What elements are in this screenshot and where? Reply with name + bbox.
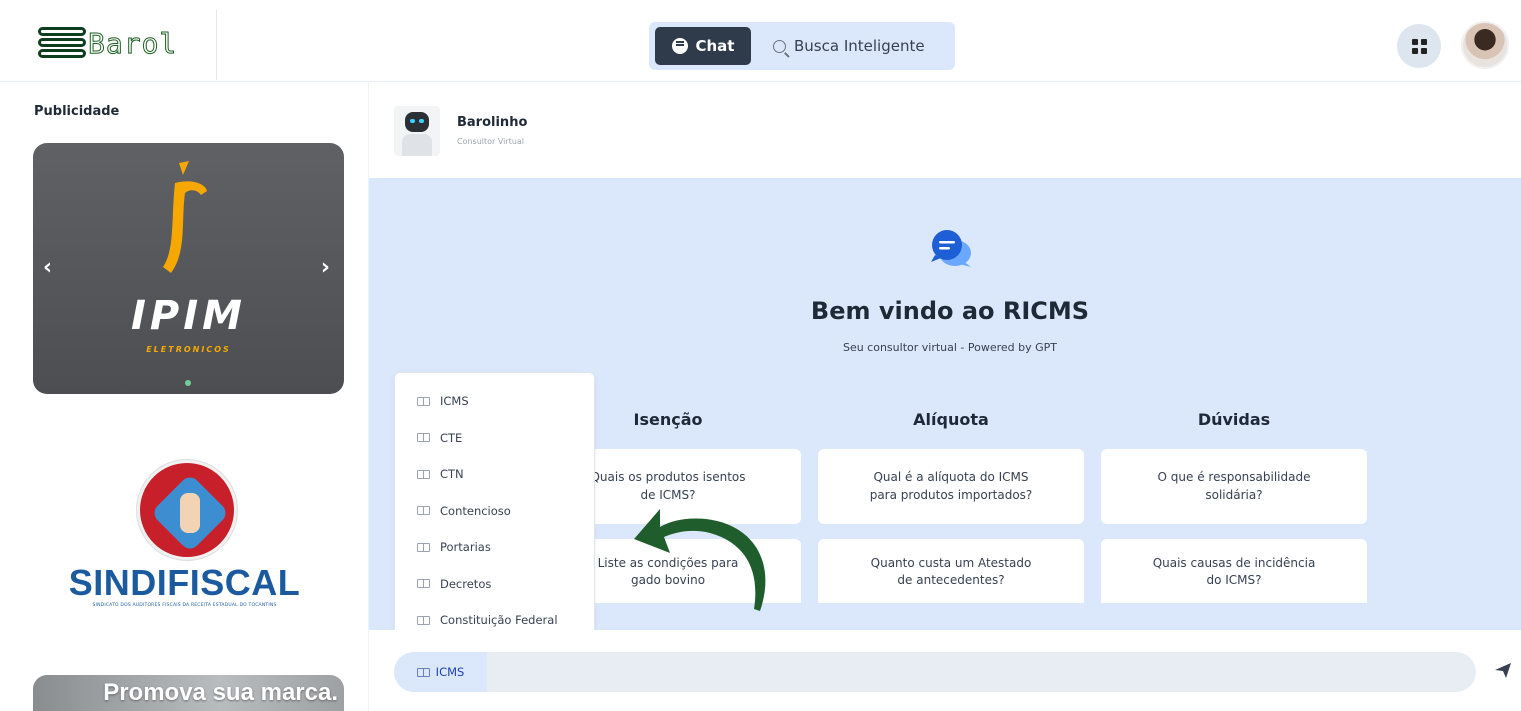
sidebar-title: Publicidade: [34, 104, 120, 119]
dropdown-item-label: CTN: [440, 467, 464, 482]
grid-icon: [1411, 38, 1418, 45]
book-icon: [417, 615, 430, 625]
robot-avatar-icon: [394, 106, 440, 156]
book-icon: [417, 506, 430, 516]
chat-welcome-icon: [931, 230, 971, 267]
logo-mark-icon: [38, 23, 90, 63]
send-icon[interactable]: [1493, 660, 1513, 680]
suggestion-card[interactable]: Qual é a alíquota do ICMS para produtos …: [818, 449, 1084, 524]
dropdown-item[interactable]: Contencioso: [395, 493, 594, 530]
welcome-subtitle: Seu consultor virtual - Powered by GPT: [842, 341, 1058, 354]
book-icon: [417, 579, 430, 589]
dropdown-item-label: Decretos: [440, 576, 492, 591]
smart-search-button[interactable]: Busca Inteligente: [773, 37, 925, 55]
dropdown-item[interactable]: Portarias: [395, 529, 594, 566]
search-icon: [773, 39, 786, 53]
source-selector-label: ICMS: [435, 665, 465, 679]
ad-carousel[interactable]: ‹ › IPIM ELETRONICOS: [33, 143, 344, 394]
dropdown-item-label: CTE: [440, 430, 463, 445]
welcome-title: Bem vindo ao RICMS: [810, 297, 1090, 325]
logo-divider: [216, 10, 217, 80]
book-icon: [417, 396, 430, 406]
sindifiscal-emblem-icon: [137, 460, 237, 560]
book-icon: [417, 469, 430, 479]
book-icon: [416, 667, 430, 677]
curved-arrow-icon: [634, 509, 766, 611]
sindifiscal-name[interactable]: SINDIFISCAL: [0, 562, 368, 604]
chat-mode-button[interactable]: Chat: [655, 27, 751, 65]
carousel-next-button[interactable]: ›: [321, 255, 330, 280]
chat-input-row: ICMS: [369, 630, 1521, 711]
suggestion-category-title: Dúvidas: [1197, 410, 1271, 429]
chat-message-input[interactable]: [494, 652, 1464, 692]
suggestion-card[interactable]: Quais causas de incidência do ICMS?: [1101, 539, 1367, 603]
suggestion-card[interactable]: Quanto custa um Atestado de antecedentes…: [818, 539, 1084, 603]
logo-text: Barol: [87, 26, 178, 60]
ad-brand: IPIM: [131, 293, 246, 339]
advertising-sidebar: Publicidade ‹ › IPIM ELETRONICOS SINDIFI…: [0, 82, 369, 711]
source-selector[interactable]: ICMS: [394, 652, 487, 692]
smart-search-label: Busca Inteligente: [794, 37, 925, 55]
dropdown-item-label: ICMS: [440, 394, 469, 409]
book-icon: [417, 542, 430, 552]
dropdown-item-label: Portarias: [440, 540, 491, 555]
app-logo[interactable]: Barol: [38, 22, 198, 64]
promo-text: Promova sua marca.: [103, 679, 338, 706]
bot-role: Consultor Virtual: [457, 137, 525, 146]
suggestion-card[interactable]: O que é responsabilidade solidária?: [1101, 449, 1367, 524]
ipim-logo-icon: [163, 161, 207, 273]
suggestion-category-title: Alíquota: [913, 410, 989, 429]
dropdown-item[interactable]: Decretos: [395, 566, 594, 603]
chat-bubble-icon: [671, 38, 688, 54]
mode-switch: Chat Busca Inteligente: [649, 22, 955, 70]
source-dropdown: ICMS CTE CTN Contencioso Portarias Decre…: [394, 372, 595, 643]
dropdown-item[interactable]: CTE: [395, 420, 594, 457]
user-avatar[interactable]: [1461, 21, 1509, 69]
promo-banner[interactable]: Promova sua marca.: [33, 675, 344, 711]
carousel-prev-button[interactable]: ‹: [43, 255, 52, 280]
dropdown-item-label: Constituição Federal: [440, 613, 558, 628]
dropdown-item[interactable]: ICMS: [395, 383, 594, 420]
top-bar: Barol Chat Busca Inteligente: [0, 0, 1521, 82]
apps-grid-button[interactable]: [1397, 24, 1441, 68]
dropdown-item[interactable]: CTN: [395, 456, 594, 493]
chat-mode-label: Chat: [695, 37, 735, 55]
sindifiscal-tagline: SINDICATO DOS AUDITORES FISCAIS DA RECEI…: [92, 603, 277, 608]
chat-input-bar: ICMS: [394, 652, 1476, 692]
book-icon: [417, 433, 430, 443]
ad-tagline: ELETRONICOS: [146, 345, 231, 354]
dropdown-item-label: Contencioso: [440, 503, 511, 518]
bot-header: Barolinho Consultor Virtual: [369, 82, 1521, 178]
bot-name: Barolinho: [457, 115, 528, 130]
carousel-indicator[interactable]: [185, 380, 191, 386]
